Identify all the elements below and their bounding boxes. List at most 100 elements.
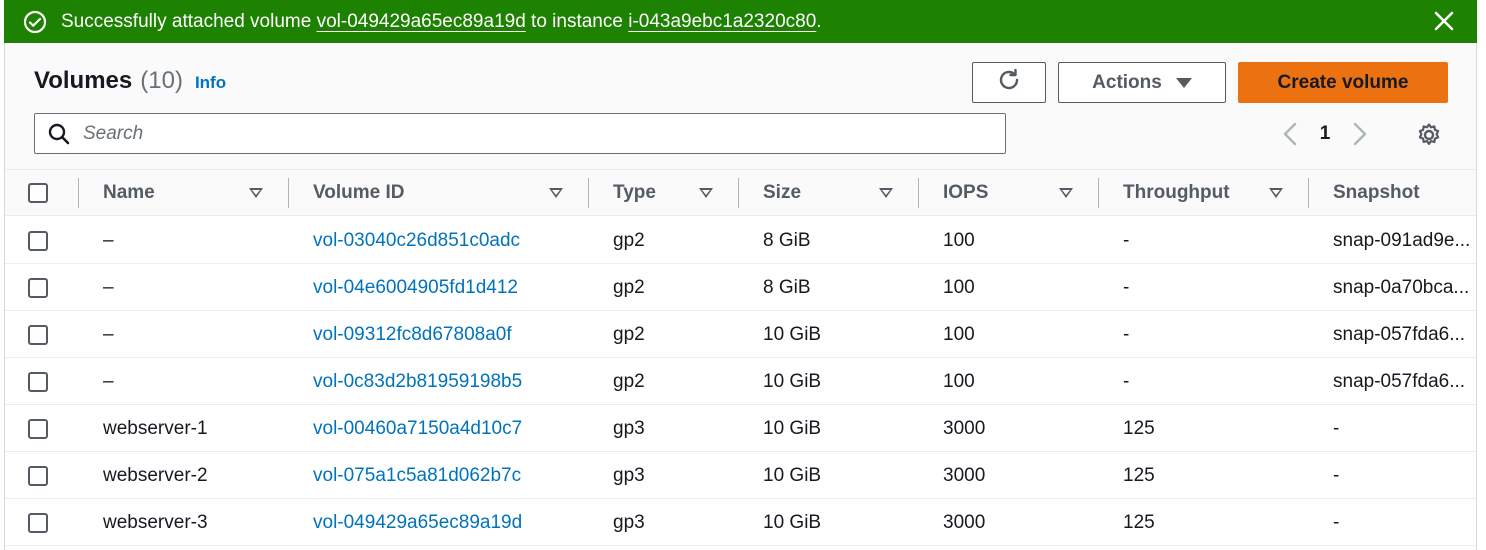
cell-type: gp2	[613, 276, 645, 298]
row-checkbox[interactable]	[28, 465, 48, 486]
column-header-throughput[interactable]: Throughput	[1123, 170, 1303, 216]
volume-id-link[interactable]: vol-09312fc8d67808a0f	[313, 311, 512, 358]
cell-throughput: 125	[1123, 417, 1155, 439]
chevron-right-icon[interactable]	[1345, 119, 1375, 149]
cell-snapshot: -	[1333, 465, 1340, 486]
flash-message: Successfully attached volume vol-049429a…	[61, 11, 822, 33]
cell-name: webserver-1	[103, 417, 208, 439]
info-link[interactable]: Info	[195, 73, 226, 93]
table-header: Name Volume ID Type Size IOPS Throughput	[5, 170, 1476, 216]
volumes-panel: Volumes (10) Info Actions Create volume …	[4, 43, 1477, 550]
column-divider[interactable]	[1308, 178, 1309, 208]
close-icon[interactable]	[1431, 8, 1457, 34]
cell-iops: 100	[943, 229, 975, 251]
sort-icon	[549, 188, 563, 198]
table-row[interactable]: webserver-3 vol-049429a65ec89a19d gp3 10 Gi…	[5, 499, 1476, 546]
volume-id-link[interactable]: vol-049429a65ec89a19d	[313, 499, 522, 546]
row-checkbox[interactable]	[28, 418, 48, 439]
table-row[interactable]: webserver-2 vol-075a1c5a81d062b7c gp3 10 Gi…	[5, 452, 1476, 499]
cell-size: 10 GiB	[763, 417, 822, 439]
flash-prefix: Successfully attached volume	[61, 10, 317, 32]
column-header-size[interactable]: Size	[763, 170, 913, 216]
cell-iops: 3000	[943, 511, 986, 533]
cell-size: 8 GiB	[763, 276, 811, 298]
row-checkbox-cell	[28, 358, 48, 405]
row-checkbox[interactable]	[28, 277, 48, 298]
cell-type: gp3	[613, 417, 645, 439]
cell-type: gp3	[613, 464, 645, 486]
volume-id-link[interactable]: vol-075a1c5a81d062b7c	[313, 452, 521, 499]
cell-snapshot: snap-057fda6...	[1333, 324, 1466, 345]
volume-id-link[interactable]: vol-03040c26d851c0adc	[313, 217, 520, 264]
page-number[interactable]: 1	[1305, 123, 1345, 145]
cell-name: –	[103, 229, 114, 251]
column-divider[interactable]	[738, 178, 739, 208]
search-bar	[34, 113, 1006, 154]
cell-name: webserver-3	[103, 511, 208, 533]
table-row[interactable]: – vol-09312fc8d67808a0f gp2 10 GiB 100 - snap-…	[5, 311, 1476, 358]
cell-iops: 3000	[943, 464, 986, 486]
cell-name: –	[103, 276, 114, 298]
chevron-left-icon[interactable]	[1275, 119, 1305, 149]
row-checkbox-cell	[28, 264, 48, 311]
actions-label: Actions	[1092, 71, 1162, 93]
refresh-button[interactable]	[972, 62, 1046, 103]
column-header-type[interactable]: Type	[613, 170, 733, 216]
cell-snapshot: snap-091ad9e...	[1333, 230, 1471, 251]
search-input[interactable]	[83, 122, 983, 145]
cell-snapshot: -	[1333, 418, 1340, 439]
cell-type: gp3	[613, 511, 645, 533]
row-checkbox[interactable]	[28, 371, 48, 392]
cell-iops: 100	[943, 276, 975, 298]
gear-icon[interactable]	[1415, 121, 1443, 149]
column-header-iops[interactable]: IOPS	[943, 170, 1093, 216]
column-divider[interactable]	[1098, 178, 1099, 208]
cell-type: gp2	[613, 323, 645, 345]
table-row[interactable]: – vol-04e6004905fd1d412 gp2 8 GiB 100 - snap-0…	[5, 264, 1476, 311]
row-checkbox-cell	[28, 499, 48, 546]
column-divider[interactable]	[918, 178, 919, 208]
cell-type: gp2	[613, 370, 645, 392]
column-header-snapshot[interactable]: Snapshot	[1333, 170, 1473, 216]
search-icon	[47, 122, 71, 146]
table-row[interactable]: webserver-1 vol-00460a7150a4d10c7 gp3 10 Gi…	[5, 405, 1476, 452]
column-divider[interactable]	[588, 178, 589, 208]
cell-name: –	[103, 370, 114, 392]
select-all-checkbox[interactable]	[28, 183, 48, 203]
column-label: IOPS	[943, 182, 989, 203]
table-row[interactable]: – vol-03040c26d851c0adc gp2 8 GiB 100 - snap-0…	[5, 217, 1476, 264]
column-header-name[interactable]: Name	[103, 170, 283, 216]
column-label: Volume ID	[313, 182, 405, 203]
column-label: Name	[103, 182, 155, 203]
volume-id-link[interactable]: vol-0c83d2b81959198b5	[313, 358, 522, 405]
flash-instance-link[interactable]: i-043a9ebc1a2320c80	[628, 11, 816, 32]
sort-icon	[699, 188, 713, 198]
row-checkbox[interactable]	[28, 230, 48, 251]
title-text: Volumes	[34, 67, 133, 94]
caret-down-icon	[1175, 77, 1192, 88]
flash-suffix: .	[816, 10, 822, 32]
create-volume-button[interactable]: Create volume	[1238, 62, 1448, 103]
cell-throughput: -	[1123, 276, 1130, 298]
volume-id-link[interactable]: vol-04e6004905fd1d412	[313, 264, 518, 311]
cell-iops: 100	[943, 370, 975, 392]
panel-header: Volumes (10) Info Actions Create volume …	[5, 43, 1476, 170]
column-header-volume-id[interactable]: Volume ID	[313, 170, 583, 216]
cell-throughput: 125	[1123, 511, 1155, 533]
column-label: Throughput	[1123, 182, 1230, 203]
table-row[interactable]: – vol-0c83d2b81959198b5 gp2 10 GiB 100 - snap-…	[5, 358, 1476, 405]
cell-throughput: -	[1123, 323, 1130, 345]
cell-iops: 100	[943, 323, 975, 345]
volume-id-link[interactable]: vol-00460a7150a4d10c7	[313, 405, 522, 452]
flash-volume-link[interactable]: vol-049429a65ec89a19d	[317, 11, 526, 32]
column-label: Snapshot	[1333, 182, 1420, 203]
cell-iops: 3000	[943, 417, 986, 439]
row-checkbox[interactable]	[28, 512, 48, 533]
actions-button[interactable]: Actions	[1058, 62, 1226, 103]
column-divider[interactable]	[288, 178, 289, 208]
refresh-icon	[996, 67, 1022, 99]
cell-size: 10 GiB	[763, 370, 822, 392]
row-checkbox[interactable]	[28, 324, 48, 345]
row-checkbox-cell	[28, 405, 48, 452]
column-divider[interactable]	[78, 178, 79, 208]
